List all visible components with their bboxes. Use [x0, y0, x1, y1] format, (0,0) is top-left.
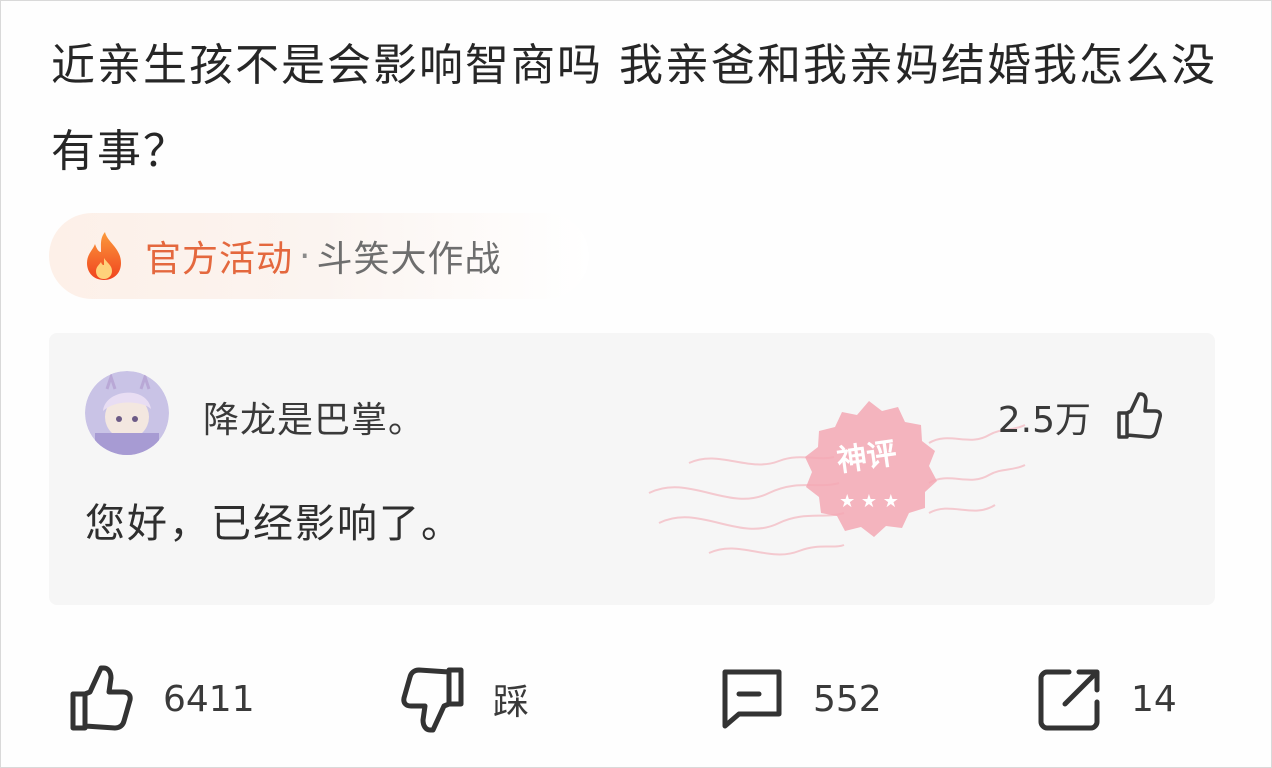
comment-count: 552: [813, 678, 882, 720]
comment-button[interactable]: 552: [717, 649, 882, 749]
svg-text:★ ★ ★: ★ ★ ★: [839, 491, 899, 512]
activity-tag[interactable]: 官方活动 · 斗笑大作战: [49, 213, 589, 299]
top-comment-card[interactable]: 神评 ★ ★ ★ 降龙是巴掌。 2.5万 您好，已经影响了。: [49, 333, 1215, 605]
thumbs-up-icon[interactable]: [1115, 391, 1165, 441]
post-question: 近亲生孩不是会影响智商吗 我亲爸和我亲妈结婚我怎么没有事？: [51, 40, 1217, 177]
comment-like-count: 2.5万: [997, 400, 1091, 441]
action-bar: 6411 踩 552 14: [1, 649, 1272, 749]
dislike-button[interactable]: 踩: [397, 649, 529, 749]
thumbs-down-icon: [401, 667, 464, 733]
share-count: 14: [1131, 678, 1177, 720]
like-button[interactable]: 6411: [67, 649, 255, 749]
dislike-label: 踩: [493, 682, 530, 723]
commenter-name[interactable]: 降龙是巴掌。: [203, 391, 425, 443]
thumbs-up-icon: [70, 665, 133, 731]
god-comment-stamp: 神评 ★ ★ ★: [648, 401, 1026, 556]
share-button[interactable]: 14: [1035, 649, 1177, 749]
post-frame: 近亲生孩不是会影响智商吗 我亲爸和我亲妈结婚我怎么没有事？ 官方活动 · 斗笑大…: [0, 0, 1272, 768]
activity-official-label: 官方活动: [145, 239, 294, 280]
activity-name: 斗笑大作战: [316, 239, 502, 280]
avatar[interactable]: [85, 371, 169, 455]
like-count: 6411: [163, 678, 255, 720]
comment-text: 您好，已经影响了。: [85, 501, 463, 547]
comment-icon: [722, 669, 782, 729]
fire-icon: [87, 232, 121, 280]
share-icon: [1038, 669, 1100, 731]
activity-separator: ·: [299, 235, 311, 277]
